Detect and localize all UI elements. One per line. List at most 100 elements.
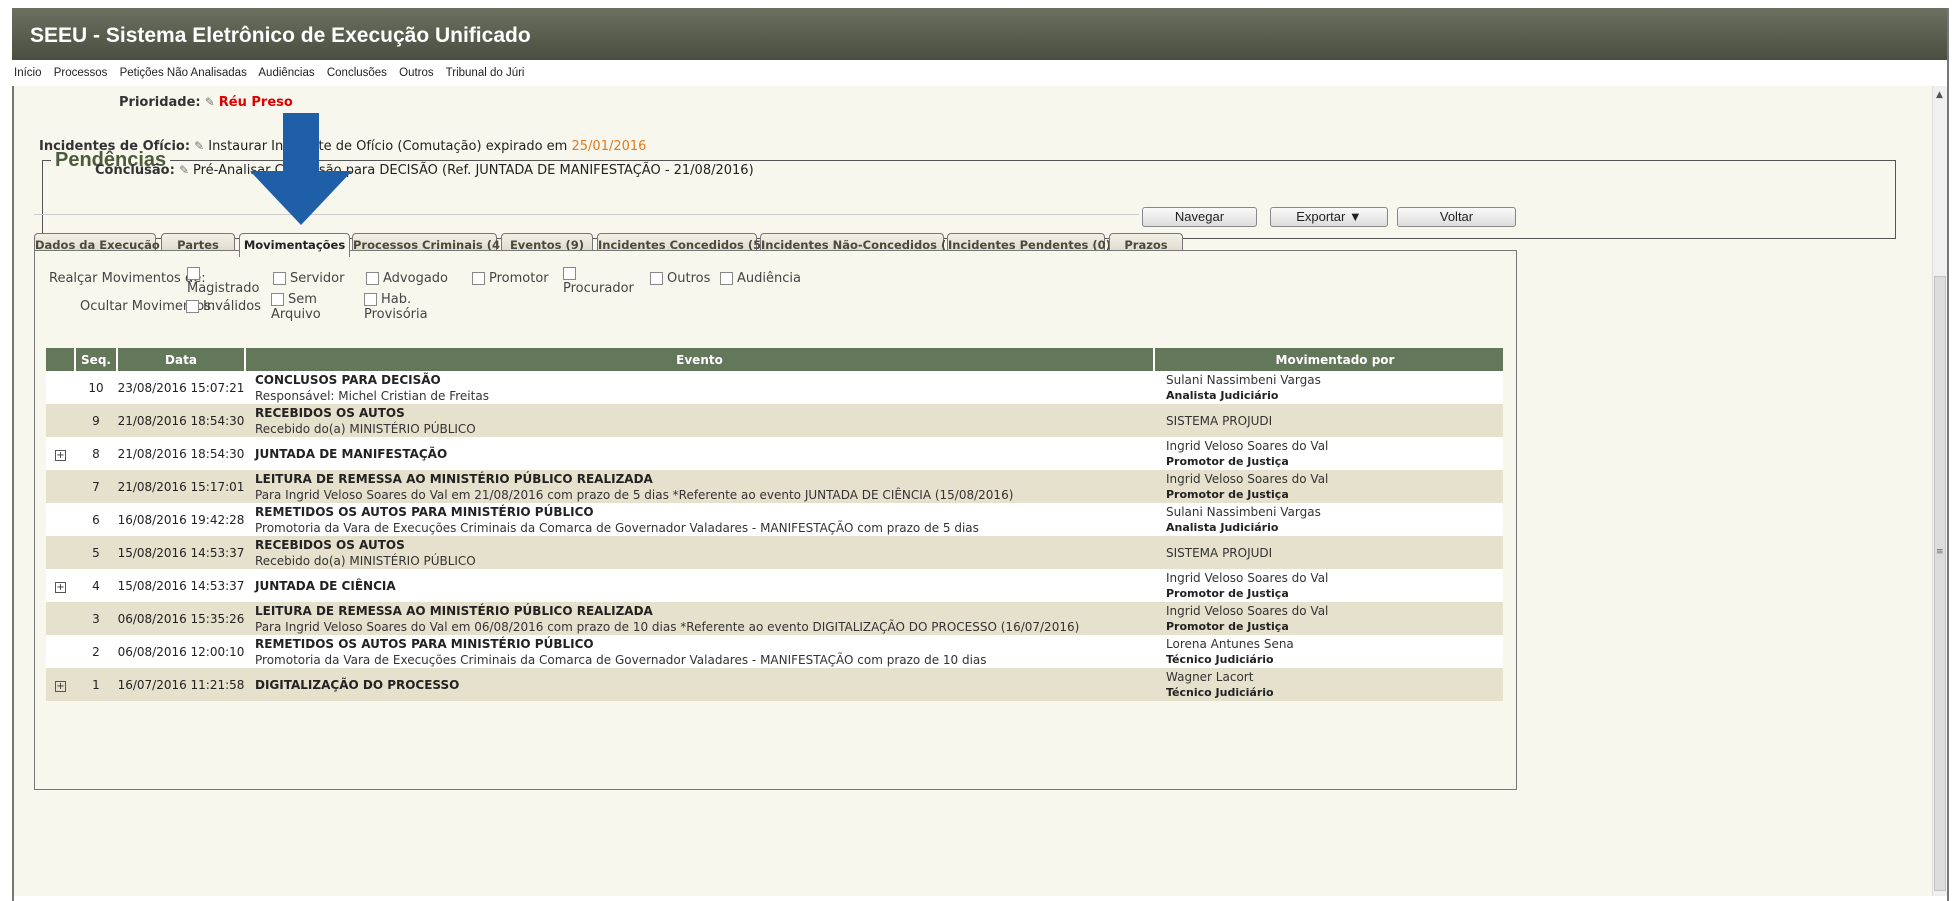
menu-item-inicio[interactable]: Início [14, 67, 42, 79]
conclusao-row: Conclusão: ✎ Pré-Analisar Conclusão para … [95, 163, 754, 178]
table-row[interactable]: 10 23/08/2016 15:07:21 CONCLUSOS PARA DECI… [46, 371, 1503, 404]
evento-description: Promotoria da Vara de Execuções Criminai… [255, 652, 987, 667]
menu-item-conclusoes[interactable]: Conclusões [327, 67, 387, 79]
expand-plus-icon[interactable]: + [55, 449, 66, 461]
menu-item-processos[interactable]: Processos [54, 67, 108, 79]
voltar-button[interactable]: Voltar [1397, 207, 1516, 227]
evento-title: LEITURA DE REMESSA AO MINISTÉRIO PÚBLICO… [255, 471, 653, 486]
pencil-icon[interactable]: ✎ [179, 163, 189, 177]
advogado-label: Advogado [383, 271, 448, 286]
menu-item-outros[interactable]: Outros [399, 67, 434, 79]
table-row[interactable]: +8 21/08/2016 18:54:30 JUNTADA DE MANIFEST… [46, 437, 1503, 470]
movimentado-cargo: Promotor de Justiça [1166, 454, 1289, 468]
filter-sem-arquivo[interactable]: Sem Arquivo [271, 292, 321, 322]
row-evento: LEITURA DE REMESSA AO MINISTÉRIO PÚBLICO… [245, 470, 1154, 503]
header-data[interactable]: Data [116, 348, 245, 371]
pencil-icon[interactable]: ✎ [194, 139, 204, 153]
row-movimentado-por: Ingrid Veloso Soares do Val Promotor de J… [1154, 470, 1503, 503]
magistrado-checkbox[interactable] [187, 267, 200, 280]
table-row[interactable]: +1 16/07/2016 11:21:58 DIGITALIZAÇÃO DO PR… [46, 668, 1503, 701]
menu-item-tribunal[interactable]: Tribunal do Júri [446, 67, 525, 79]
row-seq: 7 [92, 479, 100, 494]
sem-label: Sem [288, 292, 317, 307]
movimentado-nome: Wagner Lacort [1166, 669, 1254, 684]
vertical-scrollbar[interactable]: ▲ ≡ [1932, 86, 1947, 896]
evento-description: Para Ingrid Veloso Soares do Val em 21/0… [255, 487, 1014, 502]
audiencia-checkbox[interactable] [720, 272, 733, 285]
expand-plus-icon[interactable]: + [55, 581, 66, 593]
row-expander-cell: + [46, 569, 75, 602]
hab-provisoria-checkbox[interactable] [364, 293, 377, 306]
table-row[interactable]: 5 15/08/2016 14:53:37 RECEBIDOS OS AUTOS Re… [46, 536, 1503, 569]
exportar-button[interactable]: Exportar ▼ [1270, 207, 1388, 227]
prioridade-label: Prioridade: [119, 95, 201, 110]
filter-servidor[interactable]: Servidor [273, 271, 344, 286]
movimentado-cargo: Promotor de Justiça [1166, 586, 1289, 600]
movimentacoes-table: Seq. Data Evento Movimentado por 10 23/08… [46, 348, 1503, 701]
filter-magistrado[interactable]: Magistrado [187, 266, 259, 296]
servidor-checkbox[interactable] [273, 272, 286, 285]
row-seq: 2 [92, 644, 100, 659]
row-evento: JUNTADA DE MANIFESTAÇÃO [245, 437, 1154, 470]
row-evento: REMETIDOS OS AUTOS PARA MINISTÉRIO PÚBLI… [245, 635, 1154, 668]
header-evento[interactable]: Evento [244, 348, 1154, 371]
row-date: 21/08/2016 15:17:01 [117, 479, 245, 494]
table-row[interactable]: 3 06/08/2016 15:35:26 LEITURA DE REMESSA A… [46, 602, 1503, 635]
table-row[interactable]: 9 21/08/2016 18:54:30 RECEBIDOS OS AUTOS Re… [46, 404, 1503, 437]
incidentes-date: 25/01/2016 [571, 139, 647, 154]
procurador-checkbox[interactable] [563, 267, 576, 280]
row-seq: 8 [92, 446, 100, 461]
row-date: 16/07/2016 11:21:58 [117, 677, 245, 692]
filter-hab-provisoria[interactable]: Hab. Provisória [364, 292, 428, 322]
evento-description: Recebido do(a) MINISTÉRIO PÚBLICO [255, 421, 476, 436]
filter-invalidos[interactable]: Inválidos [186, 299, 261, 314]
realcar-label: Realçar Movimentos de: [49, 271, 206, 286]
row-seq: 9 [92, 413, 100, 428]
promotor-label: Promotor [489, 271, 549, 286]
pencil-icon[interactable]: ✎ [205, 95, 215, 109]
row-evento: DIGITALIZAÇÃO DO PROCESSO [245, 668, 1154, 701]
expand-plus-icon[interactable]: + [55, 680, 66, 692]
row-seq: 6 [92, 512, 100, 527]
menu-item-audiencias[interactable]: Audiências [258, 67, 314, 79]
row-expander-cell [46, 635, 75, 668]
table-row[interactable]: 2 06/08/2016 12:00:10 REMETIDOS OS AUTOS P… [46, 635, 1503, 668]
invalidos-label: Inválidos [203, 299, 261, 314]
row-date: 21/08/2016 18:54:30 [117, 446, 245, 461]
filter-outros[interactable]: Outros [650, 271, 710, 286]
evento-title: JUNTADA DE MANIFESTAÇÃO [255, 446, 448, 461]
row-date: 16/08/2016 19:42:28 [117, 512, 245, 527]
header-movimentado-por[interactable]: Movimentado por [1153, 348, 1503, 371]
row-evento: RECEBIDOS OS AUTOS Recebido do(a) MINISTÉ… [245, 536, 1154, 569]
filter-procurador[interactable]: Procurador [563, 266, 634, 296]
movimentado-nome: Ingrid Veloso Soares do Val [1166, 570, 1329, 585]
evento-description: Para Ingrid Veloso Soares do Val em 06/0… [255, 619, 1080, 634]
scrollbar-thumb[interactable]: ≡ [1934, 276, 1946, 891]
row-seq: 10 [88, 380, 104, 395]
filter-promotor[interactable]: Promotor [472, 271, 549, 286]
app-title-bar: SEEU - Sistema Eletrônico de Execução Un… [12, 8, 1947, 60]
outros-checkbox[interactable] [650, 272, 663, 285]
header-seq[interactable]: Seq. [74, 348, 117, 371]
menu-item-peticoes[interactable]: Petições Não Analisadas [120, 67, 247, 79]
row-date: 06/08/2016 12:00:10 [117, 644, 245, 659]
scroll-up-icon[interactable]: ▲ [1936, 90, 1943, 100]
table-row[interactable]: 6 16/08/2016 19:42:28 REMETIDOS OS AUTOS P… [46, 503, 1503, 536]
row-evento: JUNTADA DE CIÊNCIA [245, 569, 1154, 602]
filter-advogado[interactable]: Advogado [366, 271, 448, 286]
promotor-checkbox[interactable] [472, 272, 485, 285]
filter-audiencia[interactable]: Audiência [720, 271, 801, 286]
grip-icon: ≡ [1936, 547, 1944, 557]
navegar-button[interactable]: Navegar [1142, 207, 1257, 227]
movimentado-cargo: Analista Judiciário [1166, 388, 1279, 402]
tab-movimentacoes[interactable]: Movimentações [239, 233, 350, 257]
table-row[interactable]: 7 21/08/2016 15:17:01 LEITURA DE REMESSA A… [46, 470, 1503, 503]
table-row[interactable]: +4 15/08/2016 14:53:37 JUNTADA DE CIÊNCIA I… [46, 569, 1503, 602]
movimentado-nome: Lorena Antunes Sena [1166, 636, 1294, 651]
advogado-checkbox[interactable] [366, 272, 379, 285]
row-movimentado-por: Wagner Lacort Técnico Judiciário [1154, 668, 1503, 701]
invalidos-checkbox[interactable] [186, 300, 199, 313]
process-content: Prioridade: ✎ Réu Preso Pendências Incide… [14, 86, 1932, 896]
sem-arquivo-checkbox[interactable] [271, 293, 284, 306]
evento-description: Responsável: Michel Cristian de Freitas [255, 388, 489, 403]
